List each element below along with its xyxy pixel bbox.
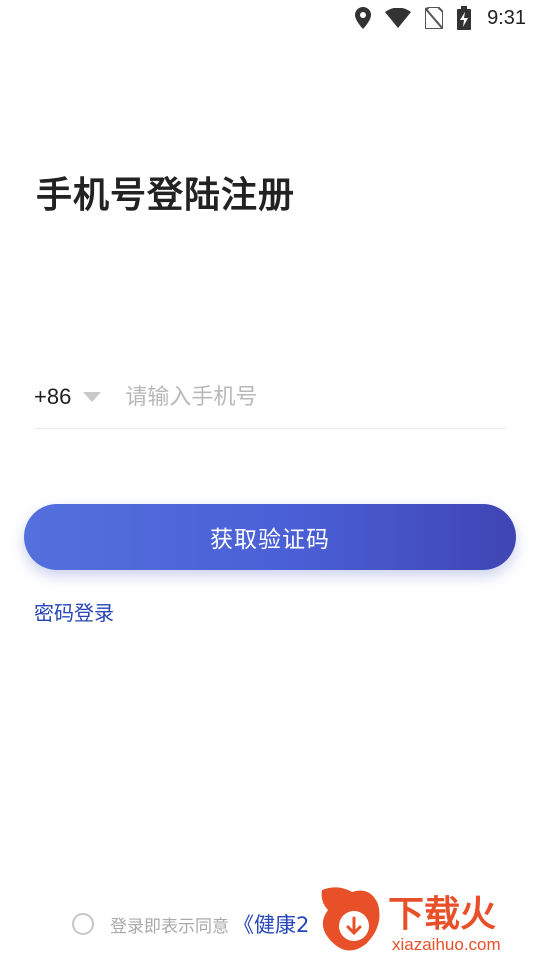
- get-verification-code-button[interactable]: 获取验证码: [24, 504, 516, 570]
- watermark-url: xiazaihuo.com: [392, 935, 501, 954]
- phone-number-input[interactable]: [125, 377, 486, 417]
- status-bar: 9:31: [0, 0, 540, 36]
- agreement-link[interactable]: 《健康2: [233, 909, 309, 939]
- phone-input-row: +86: [34, 366, 506, 429]
- agreement-row: 登录即表示同意 《健康2: [72, 910, 309, 938]
- agreement-prefix: 登录即表示同意: [110, 916, 229, 937]
- chevron-down-icon: [83, 392, 102, 402]
- watermark-brand: 下载火: [388, 894, 496, 935]
- agreement-checkbox[interactable]: [72, 913, 94, 935]
- flame-icon: [321, 887, 380, 951]
- status-time: 9:31: [487, 6, 526, 29]
- battery-charging-icon: [457, 6, 472, 30]
- location-icon: [355, 7, 372, 29]
- status-icons: 9:31: [355, 5, 526, 31]
- country-code-selector[interactable]: +86: [34, 384, 102, 410]
- wifi-icon: [385, 8, 412, 28]
- no-sim-icon: [425, 7, 444, 29]
- watermark-logo: 下载火 xiazaihuo.com: [321, 887, 501, 954]
- country-code-value: +86: [34, 384, 72, 409]
- page-title: 手机号登陆注册: [36, 175, 296, 216]
- password-login-link[interactable]: 密码登录: [34, 597, 114, 626]
